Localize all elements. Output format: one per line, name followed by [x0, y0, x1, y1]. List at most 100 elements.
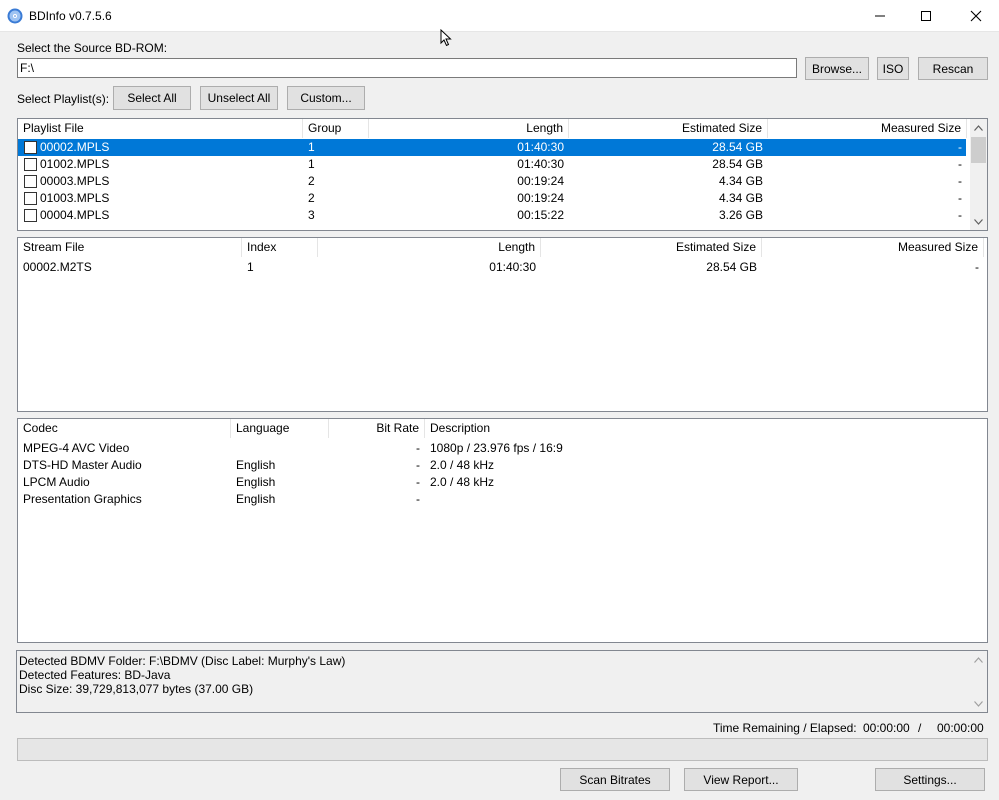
- codec-bitrate: -: [416, 492, 420, 506]
- column-header[interactable]: Codec: [18, 419, 231, 438]
- scroll-down-arrow[interactable]: [970, 695, 987, 712]
- minimize-icon: [875, 15, 885, 17]
- codec-language: [231, 440, 329, 457]
- info-line: Detected Features: BD-Java: [19, 668, 171, 682]
- playlist-row[interactable]: 01002.MPLS 1 01:40:30 28.54 GB -: [18, 156, 966, 173]
- stream-file: 00002.M2TS: [23, 260, 92, 274]
- scroll-down-arrow[interactable]: [970, 213, 987, 230]
- title-bar: BDInfo v0.7.5.6: [0, 0, 999, 32]
- window-title: BDInfo v0.7.5.6: [29, 9, 112, 23]
- scroll-up-arrow[interactable]: [970, 651, 987, 668]
- info-scrollbar[interactable]: [970, 651, 987, 712]
- column-header[interactable]: Estimated Size: [569, 119, 768, 138]
- codec-language: English: [236, 492, 276, 506]
- column-header[interactable]: Measured Size: [768, 119, 967, 138]
- codec-description: 1080p / 23.976 fps / 16:9: [430, 441, 563, 455]
- playlist-group: 1: [308, 140, 315, 154]
- iso-button[interactable]: ISO: [877, 57, 909, 80]
- column-header[interactable]: Description: [425, 419, 985, 438]
- column-header[interactable]: Playlist File: [18, 119, 303, 138]
- column-header[interactable]: Estimated Size: [541, 238, 762, 257]
- stream-row[interactable]: 00002.M2TS 1 01:40:30 28.54 GB -: [18, 259, 987, 276]
- codec-name: Presentation Graphics: [23, 492, 142, 506]
- column-header[interactable]: Stream File: [18, 238, 242, 257]
- playlist-measured-size: -: [958, 174, 962, 188]
- stream-measured-size: -: [975, 260, 979, 274]
- playlist-length: 01:40:30: [517, 157, 564, 171]
- close-icon: [970, 10, 982, 22]
- playlist-row[interactable]: 00003.MPLS 2 00:19:24 4.34 GB -: [18, 173, 966, 190]
- select-all-button[interactable]: Select All: [113, 86, 191, 110]
- disc-app-icon: [7, 8, 23, 24]
- codec-row[interactable]: DTS-HD Master Audio English - 2.0 / 48 k…: [18, 457, 987, 474]
- playlist-row[interactable]: 00004.MPLS 3 00:15:22 3.26 GB -: [18, 207, 966, 224]
- source-path-input[interactable]: [17, 58, 797, 78]
- playlist-length: 01:40:30: [517, 140, 564, 154]
- playlist-file: 01003.MPLS: [40, 191, 110, 205]
- time-remaining-label: Time Remaining / Elapsed:: [713, 721, 857, 735]
- minimize-button[interactable]: [857, 0, 903, 32]
- stream-estimated-size: 28.54 GB: [706, 260, 757, 274]
- stream-header: Stream File Index Length Estimated Size …: [18, 238, 987, 257]
- playlist-file: 00003.MPLS: [40, 174, 110, 188]
- codec-row[interactable]: MPEG-4 AVC Video - 1080p / 23.976 fps / …: [18, 440, 987, 457]
- column-header[interactable]: Language: [231, 419, 329, 438]
- codec-description: 2.0 / 48 kHz: [430, 458, 495, 472]
- column-header[interactable]: Length: [369, 119, 569, 138]
- playlist-estimated-size: 28.54 GB: [712, 157, 763, 171]
- mouse-pointer-icon: [440, 28, 452, 47]
- codec-row[interactable]: Presentation Graphics English -: [18, 491, 987, 508]
- stream-index: 1: [247, 260, 254, 274]
- codec-language: English: [236, 458, 276, 472]
- column-header[interactable]: Length: [318, 238, 541, 257]
- column-header[interactable]: Index: [242, 238, 318, 257]
- playlist-row[interactable]: 01003.MPLS 2 00:19:24 4.34 GB -: [18, 190, 966, 207]
- playlist-estimated-size: 4.34 GB: [718, 174, 763, 188]
- column-header[interactable]: Bit Rate: [329, 419, 425, 438]
- column-header[interactable]: Measured Size: [762, 238, 984, 257]
- playlist-measured-size: -: [958, 191, 962, 205]
- chevron-up-icon: [974, 124, 983, 131]
- playlist-group: 2: [308, 174, 315, 188]
- time-remaining-value: 00:00:00: [863, 721, 910, 735]
- playlist-group: 2: [308, 191, 315, 205]
- scan-bitrates-button[interactable]: Scan Bitrates: [560, 768, 670, 791]
- playlist-list[interactable]: Playlist File Group Length Estimated Siz…: [17, 118, 988, 231]
- codec-row[interactable]: LPCM Audio English - 2.0 / 48 kHz: [18, 474, 987, 491]
- scroll-thumb[interactable]: [971, 137, 986, 163]
- column-header[interactable]: Group: [303, 119, 369, 138]
- playlist-file: 00002.MPLS: [40, 140, 110, 154]
- playlist-row[interactable]: 00002.MPLS 1 01:40:30 28.54 GB -: [18, 139, 966, 156]
- custom-button[interactable]: Custom...: [287, 86, 365, 110]
- browse-button[interactable]: Browse...: [805, 57, 869, 80]
- codec-name: MPEG-4 AVC Video: [23, 441, 130, 455]
- stream-list[interactable]: Stream File Index Length Estimated Size …: [17, 237, 988, 412]
- codec-bitrate: -: [416, 458, 420, 472]
- playlist-length: 00:15:22: [517, 208, 564, 222]
- codec-description: [425, 491, 985, 508]
- source-label: Select the Source BD-ROM:: [17, 41, 168, 55]
- chevron-up-icon: [974, 656, 983, 663]
- info-line: Disc Size: 39,729,813,077 bytes (37.00 G…: [19, 682, 254, 696]
- playlist-group: 3: [308, 208, 315, 222]
- chevron-down-icon: [974, 218, 983, 225]
- codec-name: DTS-HD Master Audio: [23, 458, 142, 472]
- maximize-button[interactable]: [903, 0, 949, 32]
- close-button[interactable]: [953, 0, 999, 32]
- codec-list[interactable]: Codec Language Bit Rate Description MPEG…: [17, 418, 988, 643]
- codec-header: Codec Language Bit Rate Description: [18, 419, 987, 438]
- playlist-file: 00004.MPLS: [40, 208, 110, 222]
- unselect-all-button[interactable]: Unselect All: [200, 86, 278, 110]
- rescan-button[interactable]: Rescan: [918, 57, 988, 80]
- disc-info-textbox[interactable]: Detected BDMV Folder: F:\BDMV (Disc Labe…: [16, 650, 988, 713]
- playlist-scrollbar[interactable]: [970, 119, 987, 230]
- playlist-estimated-size: 4.34 GB: [718, 191, 763, 205]
- playlist-estimated-size: 28.54 GB: [712, 140, 763, 154]
- playlist-measured-size: -: [958, 208, 962, 222]
- settings-button[interactable]: Settings...: [875, 768, 985, 791]
- chevron-down-icon: [974, 700, 983, 707]
- playlist-file: 01002.MPLS: [40, 157, 110, 171]
- view-report-button[interactable]: View Report...: [684, 768, 798, 791]
- scroll-up-arrow[interactable]: [970, 119, 987, 136]
- codec-language: English: [236, 475, 276, 489]
